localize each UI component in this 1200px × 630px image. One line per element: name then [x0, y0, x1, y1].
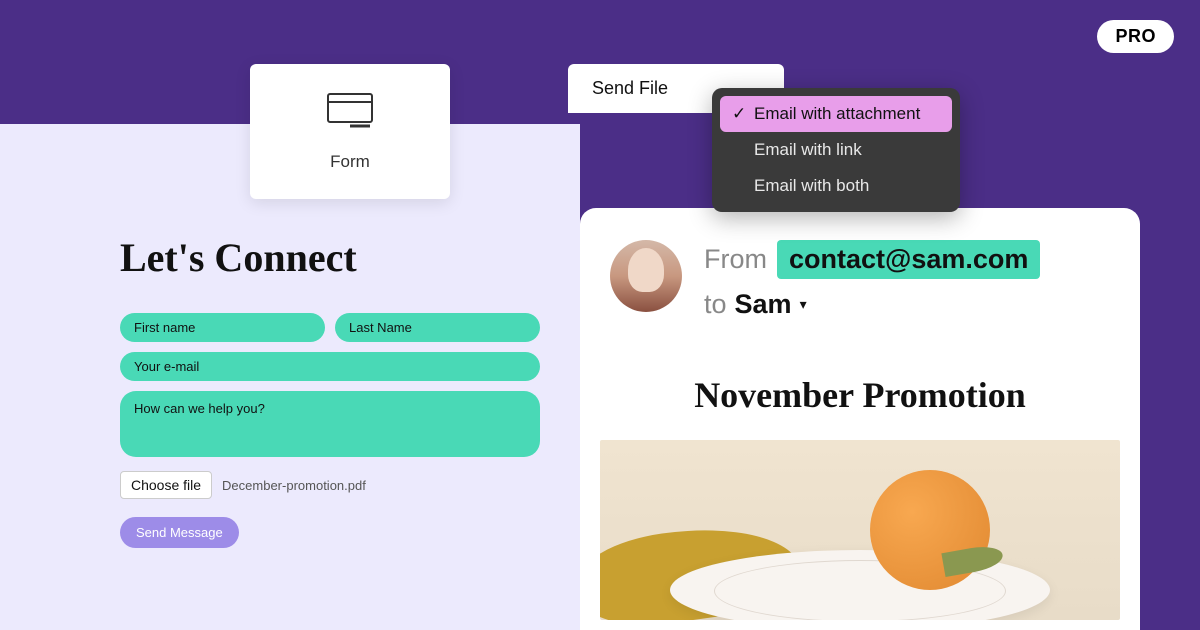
- send-file-dropdown: ✓ Email with attachment ✓ Email with lin…: [712, 88, 960, 212]
- first-name-input[interactable]: First name: [120, 313, 325, 342]
- dropdown-item-attachment[interactable]: ✓ Email with attachment: [720, 96, 952, 132]
- from-line: From contact@sam.com: [704, 240, 1040, 279]
- send-message-button[interactable]: Send Message: [120, 517, 239, 548]
- to-line[interactable]: to Sam ▾: [704, 289, 1040, 320]
- to-name: Sam: [735, 289, 792, 320]
- pro-badge: PRO: [1097, 20, 1174, 53]
- message-textarea[interactable]: How can we help you?: [120, 391, 540, 457]
- form-tile-label: Form: [330, 152, 370, 172]
- avatar: [610, 240, 682, 312]
- email-title: November Promotion: [580, 374, 1140, 416]
- dropdown-item-label: Email with link: [754, 140, 862, 160]
- last-name-input[interactable]: Last Name: [335, 313, 540, 342]
- email-header: From contact@sam.com to Sam ▾: [580, 208, 1140, 340]
- email-preview-card: From contact@sam.com to Sam ▾ November P…: [580, 208, 1140, 630]
- from-email[interactable]: contact@sam.com: [777, 240, 1040, 279]
- dropdown-item-label: Email with both: [754, 176, 869, 196]
- filename-text: December-promotion.pdf: [222, 478, 366, 493]
- contact-form: Let's Connect First name Last Name Your …: [120, 234, 540, 548]
- check-icon: ✓: [732, 104, 746, 124]
- from-label: From: [704, 244, 767, 275]
- email-input[interactable]: Your e-mail: [120, 352, 540, 381]
- form-icon: [326, 92, 374, 130]
- form-tile[interactable]: Form: [250, 64, 450, 199]
- caret-down-icon: ▾: [800, 296, 807, 313]
- dropdown-item-both[interactable]: ✓ Email with both: [720, 168, 952, 204]
- choose-file-button[interactable]: Choose file: [120, 471, 212, 499]
- form-title: Let's Connect: [120, 234, 540, 281]
- dropdown-item-label: Email with attachment: [754, 104, 920, 124]
- dropdown-item-link[interactable]: ✓ Email with link: [720, 132, 952, 168]
- to-label: to: [704, 289, 727, 320]
- promo-image: [600, 440, 1120, 620]
